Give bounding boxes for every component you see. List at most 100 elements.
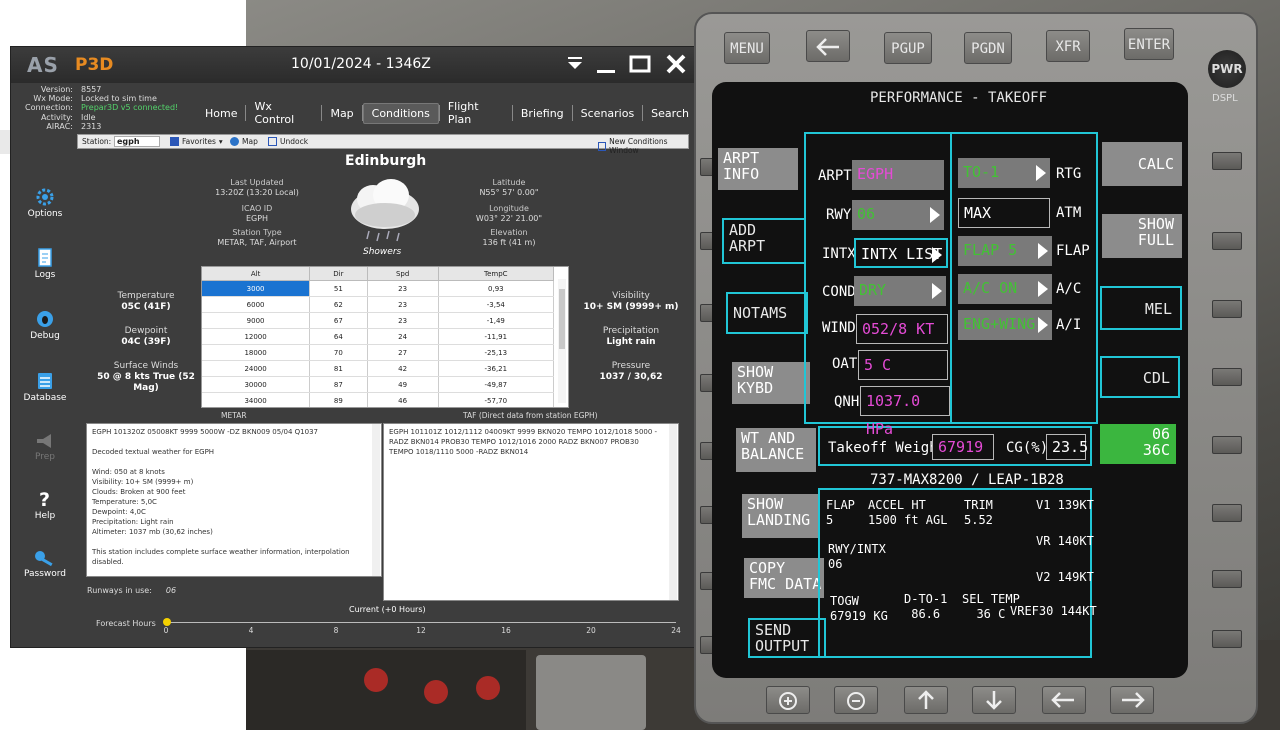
power-button[interactable]: PWR bbox=[1208, 50, 1246, 88]
table-row[interactable]: 12000 64 24 -11,91 bbox=[202, 328, 555, 345]
table-cell: -25,13 bbox=[438, 344, 555, 361]
forecast-slider-track[interactable] bbox=[166, 622, 676, 623]
sidebar-item-debug[interactable]: Debug bbox=[11, 309, 79, 341]
undock-button[interactable]: Undock bbox=[268, 137, 308, 146]
flap-field[interactable]: FLAP 5 bbox=[958, 236, 1052, 266]
sidebar-item-logs[interactable]: Logs bbox=[11, 248, 79, 280]
menu-key[interactable]: MENU bbox=[724, 32, 770, 64]
forecast-slider-thumb[interactable] bbox=[163, 618, 171, 626]
sidebar-item-prep[interactable]: Prep bbox=[11, 432, 79, 462]
zoom-out-key[interactable] bbox=[834, 686, 878, 714]
nav-briefing[interactable]: Briefing bbox=[513, 104, 572, 123]
intx-label: INTX bbox=[822, 246, 856, 262]
nav-wx-control[interactable]: Wx Control bbox=[246, 97, 321, 129]
rtg-field[interactable]: TO-1 bbox=[958, 158, 1050, 188]
nav-home[interactable]: Home bbox=[197, 104, 245, 123]
arrow-right-key[interactable] bbox=[1110, 686, 1154, 714]
dropdown-button[interactable] bbox=[563, 51, 591, 79]
minimize-button[interactable] bbox=[593, 51, 621, 79]
enter-key[interactable]: ENTER bbox=[1124, 28, 1174, 60]
table-row[interactable]: 34000 89 46 -57,70 bbox=[202, 392, 555, 407]
lsk-right-3[interactable] bbox=[1212, 300, 1242, 318]
maximize-button[interactable] bbox=[627, 51, 655, 79]
lsk-right-1[interactable] bbox=[1212, 152, 1242, 170]
arpt-field[interactable]: EGPH bbox=[852, 160, 944, 190]
icao-label: ICAO ID bbox=[241, 204, 273, 213]
ac-field[interactable]: A/C ON bbox=[958, 274, 1052, 304]
add-arpt-button[interactable]: ADD ARPT bbox=[722, 218, 806, 264]
metar-textbox[interactable]: EGPH 101320Z 05008KT 9999 5000W -DZ BKN0… bbox=[86, 423, 382, 577]
map-button[interactable]: Map bbox=[230, 137, 258, 146]
xfr-key[interactable]: XFR bbox=[1046, 30, 1090, 62]
show-kybd-button[interactable]: SHOW KYBD bbox=[732, 362, 810, 404]
table-row[interactable]: 18000 70 27 -25,13 bbox=[202, 344, 555, 361]
table-row[interactable]: 9000 67 23 -1,49 bbox=[202, 312, 555, 329]
takeoff-weight-field[interactable]: 67919 bbox=[932, 434, 994, 460]
cond-field[interactable]: DRY bbox=[854, 276, 946, 306]
column-header[interactable]: Spd bbox=[367, 267, 439, 281]
winds-aloft-table[interactable]: Alt Dir Spd TempC 3000 51 23 0,93 6000 62 23 -3… bbox=[201, 266, 569, 408]
sidebar-item-password[interactable]: Password bbox=[11, 549, 79, 579]
taf-scrollbar[interactable] bbox=[669, 424, 677, 600]
arrow-up-key[interactable] bbox=[904, 686, 948, 714]
atm-field[interactable]: MAX bbox=[958, 198, 1050, 228]
column-header[interactable]: Dir bbox=[309, 267, 368, 281]
arrow-left-key[interactable] bbox=[1042, 686, 1086, 714]
copy-fmc-data-button[interactable]: COPY FMC DATA bbox=[744, 558, 824, 598]
ai-field[interactable]: ENG+WING bbox=[958, 310, 1052, 340]
lsk-right-2[interactable] bbox=[1212, 232, 1242, 250]
calc-button[interactable]: CALC bbox=[1102, 142, 1182, 186]
pgup-key[interactable]: PGUP bbox=[884, 32, 932, 64]
arpt-info-button[interactable]: ARPT INFO bbox=[718, 148, 798, 190]
intx-field[interactable]: INTX LIST bbox=[854, 238, 948, 268]
table-row[interactable]: 6000 62 23 -3,54 bbox=[202, 296, 555, 313]
new-conditions-window-button[interactable]: New Conditions Window bbox=[598, 137, 688, 155]
pgdn-key[interactable]: PGDN bbox=[964, 32, 1012, 64]
metar-scrollbar[interactable] bbox=[372, 424, 380, 576]
lsk-right-4[interactable] bbox=[1212, 368, 1242, 386]
back-key[interactable] bbox=[806, 30, 850, 62]
globe-icon bbox=[230, 137, 239, 146]
table-scrollbar[interactable] bbox=[558, 279, 566, 403]
notams-button[interactable]: NOTAMS bbox=[726, 292, 808, 334]
cg-field[interactable]: 23.5 bbox=[1046, 434, 1088, 460]
wind-field[interactable]: 052/8 KT bbox=[856, 314, 948, 344]
show-full-button[interactable]: SHOW FULL bbox=[1102, 214, 1182, 258]
table-row[interactable]: 30000 87 49 -49,87 bbox=[202, 376, 555, 393]
oat-field[interactable]: 5 C bbox=[858, 350, 948, 380]
runway-selector-button[interactable]: 06 36C bbox=[1100, 424, 1176, 464]
column-header[interactable]: TempC bbox=[438, 267, 555, 281]
nav-flight-plan[interactable]: Flight Plan bbox=[440, 97, 512, 129]
scroll-thumb[interactable] bbox=[559, 289, 565, 349]
mel-button[interactable]: MEL bbox=[1100, 286, 1182, 330]
nav-map[interactable]: Map bbox=[322, 104, 361, 123]
lsk-right-5[interactable] bbox=[1212, 436, 1242, 454]
lsk-right-7[interactable] bbox=[1212, 570, 1242, 588]
title-bar[interactable]: AS P3D 10/01/2024 - 1346Z bbox=[11, 47, 697, 83]
qnh-field[interactable]: 1037.0 HPa bbox=[860, 386, 950, 438]
nav-conditions[interactable]: Conditions bbox=[362, 102, 439, 124]
show-landing-button[interactable]: SHOW LANDING bbox=[742, 494, 820, 538]
favorites-button[interactable]: Favorites ▾ bbox=[170, 137, 223, 146]
cdl-button[interactable]: CDL bbox=[1100, 356, 1180, 398]
lsk-right-8[interactable] bbox=[1212, 630, 1242, 648]
table-row[interactable]: 3000 51 23 0,93 bbox=[202, 280, 555, 297]
cockpit-knob bbox=[364, 668, 388, 692]
arrow-down-key[interactable] bbox=[972, 686, 1016, 714]
table-row[interactable]: 24000 81 42 -36,21 bbox=[202, 360, 555, 377]
lsk-right-6[interactable] bbox=[1212, 504, 1242, 522]
sidebar-item-options[interactable]: Options bbox=[11, 187, 79, 219]
station-input[interactable]: egph bbox=[114, 136, 160, 147]
nav-scenarios[interactable]: Scenarios bbox=[573, 104, 643, 123]
sidebar-item-help[interactable]: ? Help bbox=[11, 489, 79, 521]
wt-and-balance-button[interactable]: WT AND BALANCE bbox=[736, 428, 816, 472]
rwy-field[interactable]: 06 bbox=[852, 200, 944, 230]
close-button[interactable] bbox=[663, 51, 691, 79]
sidebar-label: Logs bbox=[34, 270, 56, 280]
column-header[interactable]: Alt bbox=[202, 267, 311, 281]
nav-search[interactable]: Search bbox=[643, 104, 697, 123]
sidebar-item-database[interactable]: Database bbox=[11, 371, 79, 403]
send-output-button[interactable]: SEND OUTPUT bbox=[748, 618, 826, 658]
taf-textbox[interactable]: EGPH 101101Z 1012/1112 04009KT 9999 BKN0… bbox=[383, 423, 679, 601]
zoom-in-key[interactable] bbox=[766, 686, 810, 714]
